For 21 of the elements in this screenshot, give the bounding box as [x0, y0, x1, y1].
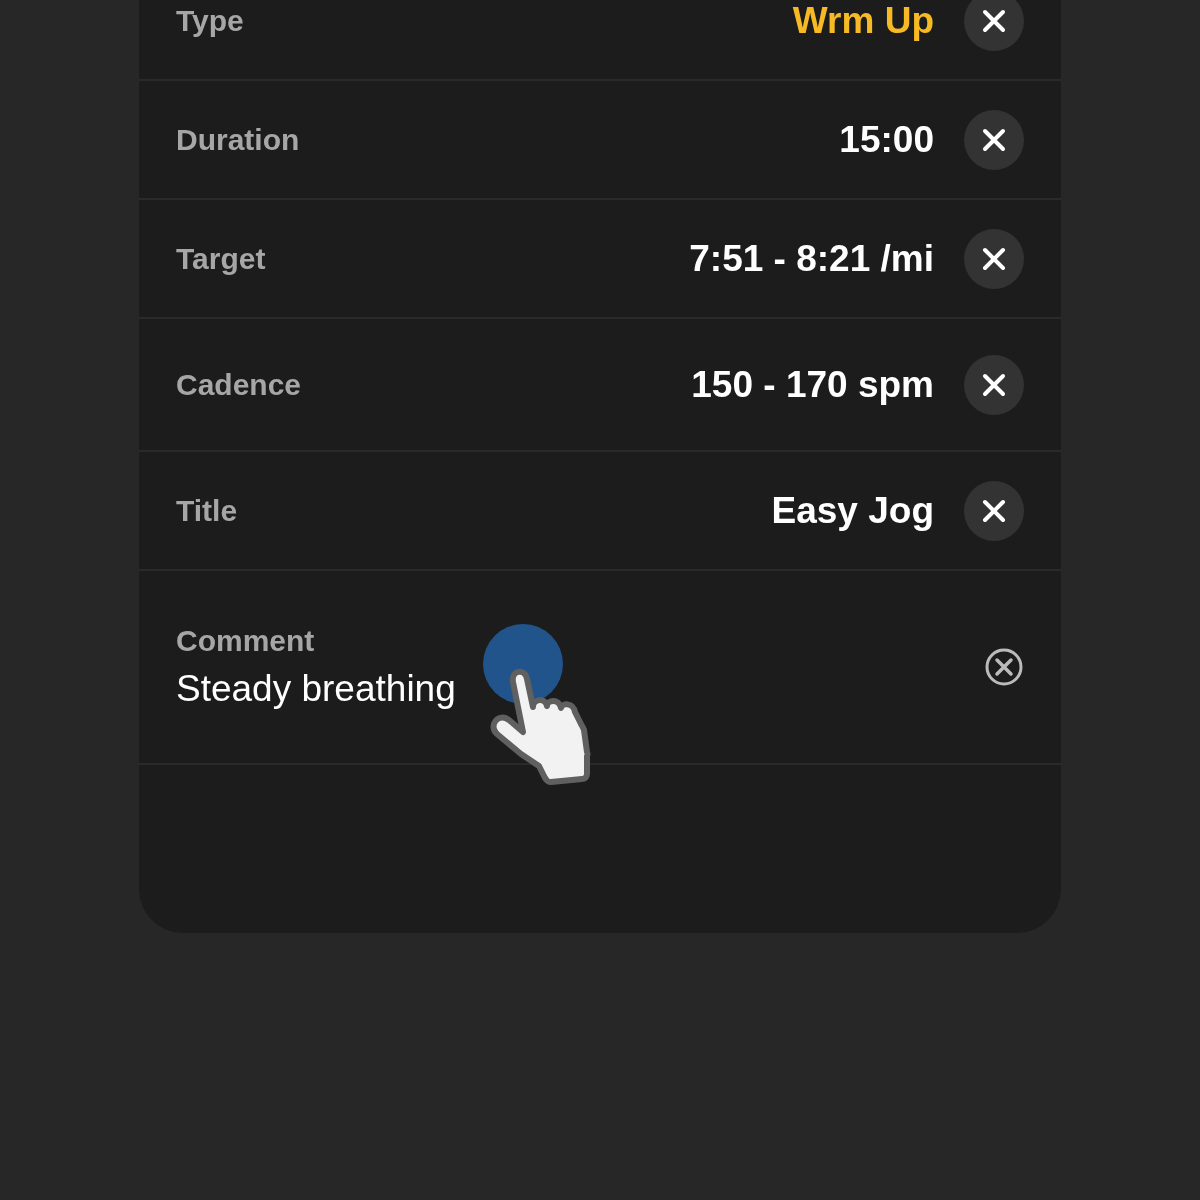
field-label: Target: [176, 241, 266, 276]
close-icon: [981, 497, 1007, 524]
close-icon: [984, 647, 1024, 687]
field-value[interactable]: Wrm Up: [792, 0, 934, 42]
clear-button[interactable]: [964, 0, 1024, 51]
field-value[interactable]: 15:00: [839, 118, 934, 161]
field-label: Comment: [176, 624, 316, 658]
field-value[interactable]: 7:51 - 8:21 /mi: [689, 237, 934, 280]
close-icon: [981, 245, 1007, 272]
field-label: Duration: [176, 122, 300, 157]
field-label: Cadence: [176, 367, 302, 402]
field-value[interactable]: Steady breathing: [176, 668, 456, 710]
close-icon: [981, 371, 1007, 398]
field-value[interactable]: 150 - 170 spm: [691, 363, 934, 406]
field-value[interactable]: Easy Jog: [771, 489, 934, 532]
hand-cursor-icon: [490, 668, 591, 785]
field-label: Type: [176, 3, 244, 38]
close-icon: [981, 7, 1007, 34]
close-icon: [981, 126, 1007, 153]
field-label: Title: [176, 493, 238, 528]
clear-button[interactable]: [984, 647, 1024, 687]
